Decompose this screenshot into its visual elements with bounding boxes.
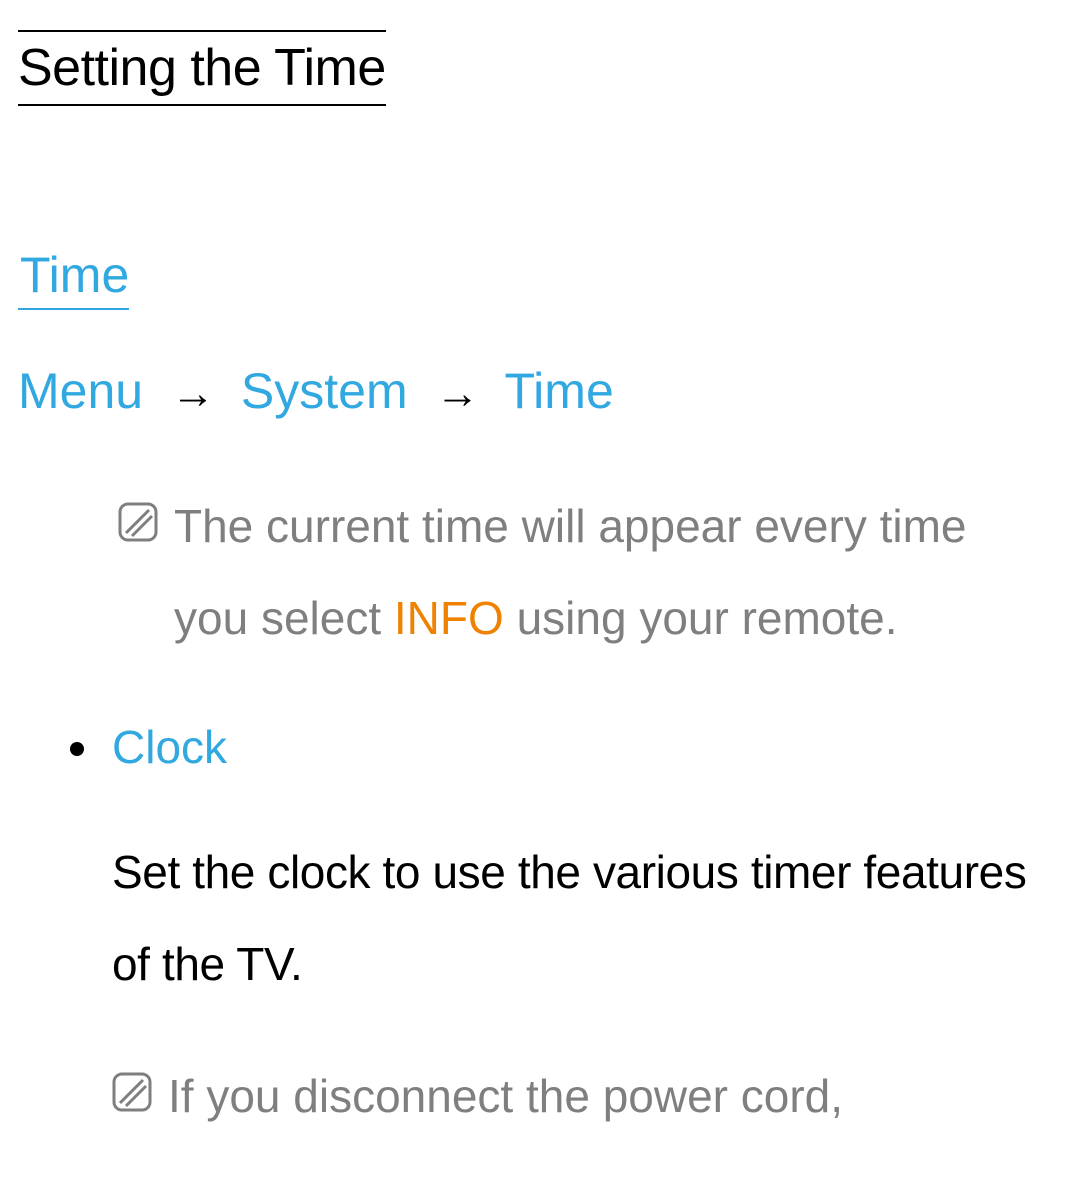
bullet-description: Set the clock to use the various timer f…: [112, 826, 1062, 1010]
note-text: If you disconnect the power cord,: [168, 1050, 1062, 1142]
section-label: Time: [18, 246, 129, 310]
bullet-dot-icon: [70, 742, 84, 756]
bullet-block: Clock Set the clock to use the various t…: [70, 720, 1062, 1142]
page-title: Setting the Time: [18, 30, 386, 106]
arrow-icon: →: [171, 369, 215, 418]
section-label-wrap: Time: [18, 246, 1062, 310]
note1-post: using your remote.: [504, 592, 898, 644]
note-icon: [112, 1050, 152, 1142]
breadcrumb: Menu → System → Time: [18, 362, 1062, 420]
page-title-wrap: Setting the Time: [18, 30, 1062, 106]
breadcrumb-item-time: Time: [505, 363, 614, 419]
note-block: The current time will appear every time …: [118, 480, 1062, 664]
bullet-title: Clock: [112, 721, 227, 773]
note-icon: [118, 480, 158, 572]
breadcrumb-item-menu: Menu: [18, 363, 143, 419]
note-block: If you disconnect the power cord,: [112, 1050, 1062, 1142]
note-text: The current time will appear every time …: [174, 480, 1062, 664]
arrow-icon: →: [436, 369, 480, 418]
info-keyword: INFO: [394, 592, 504, 644]
breadcrumb-item-system: System: [241, 363, 408, 419]
